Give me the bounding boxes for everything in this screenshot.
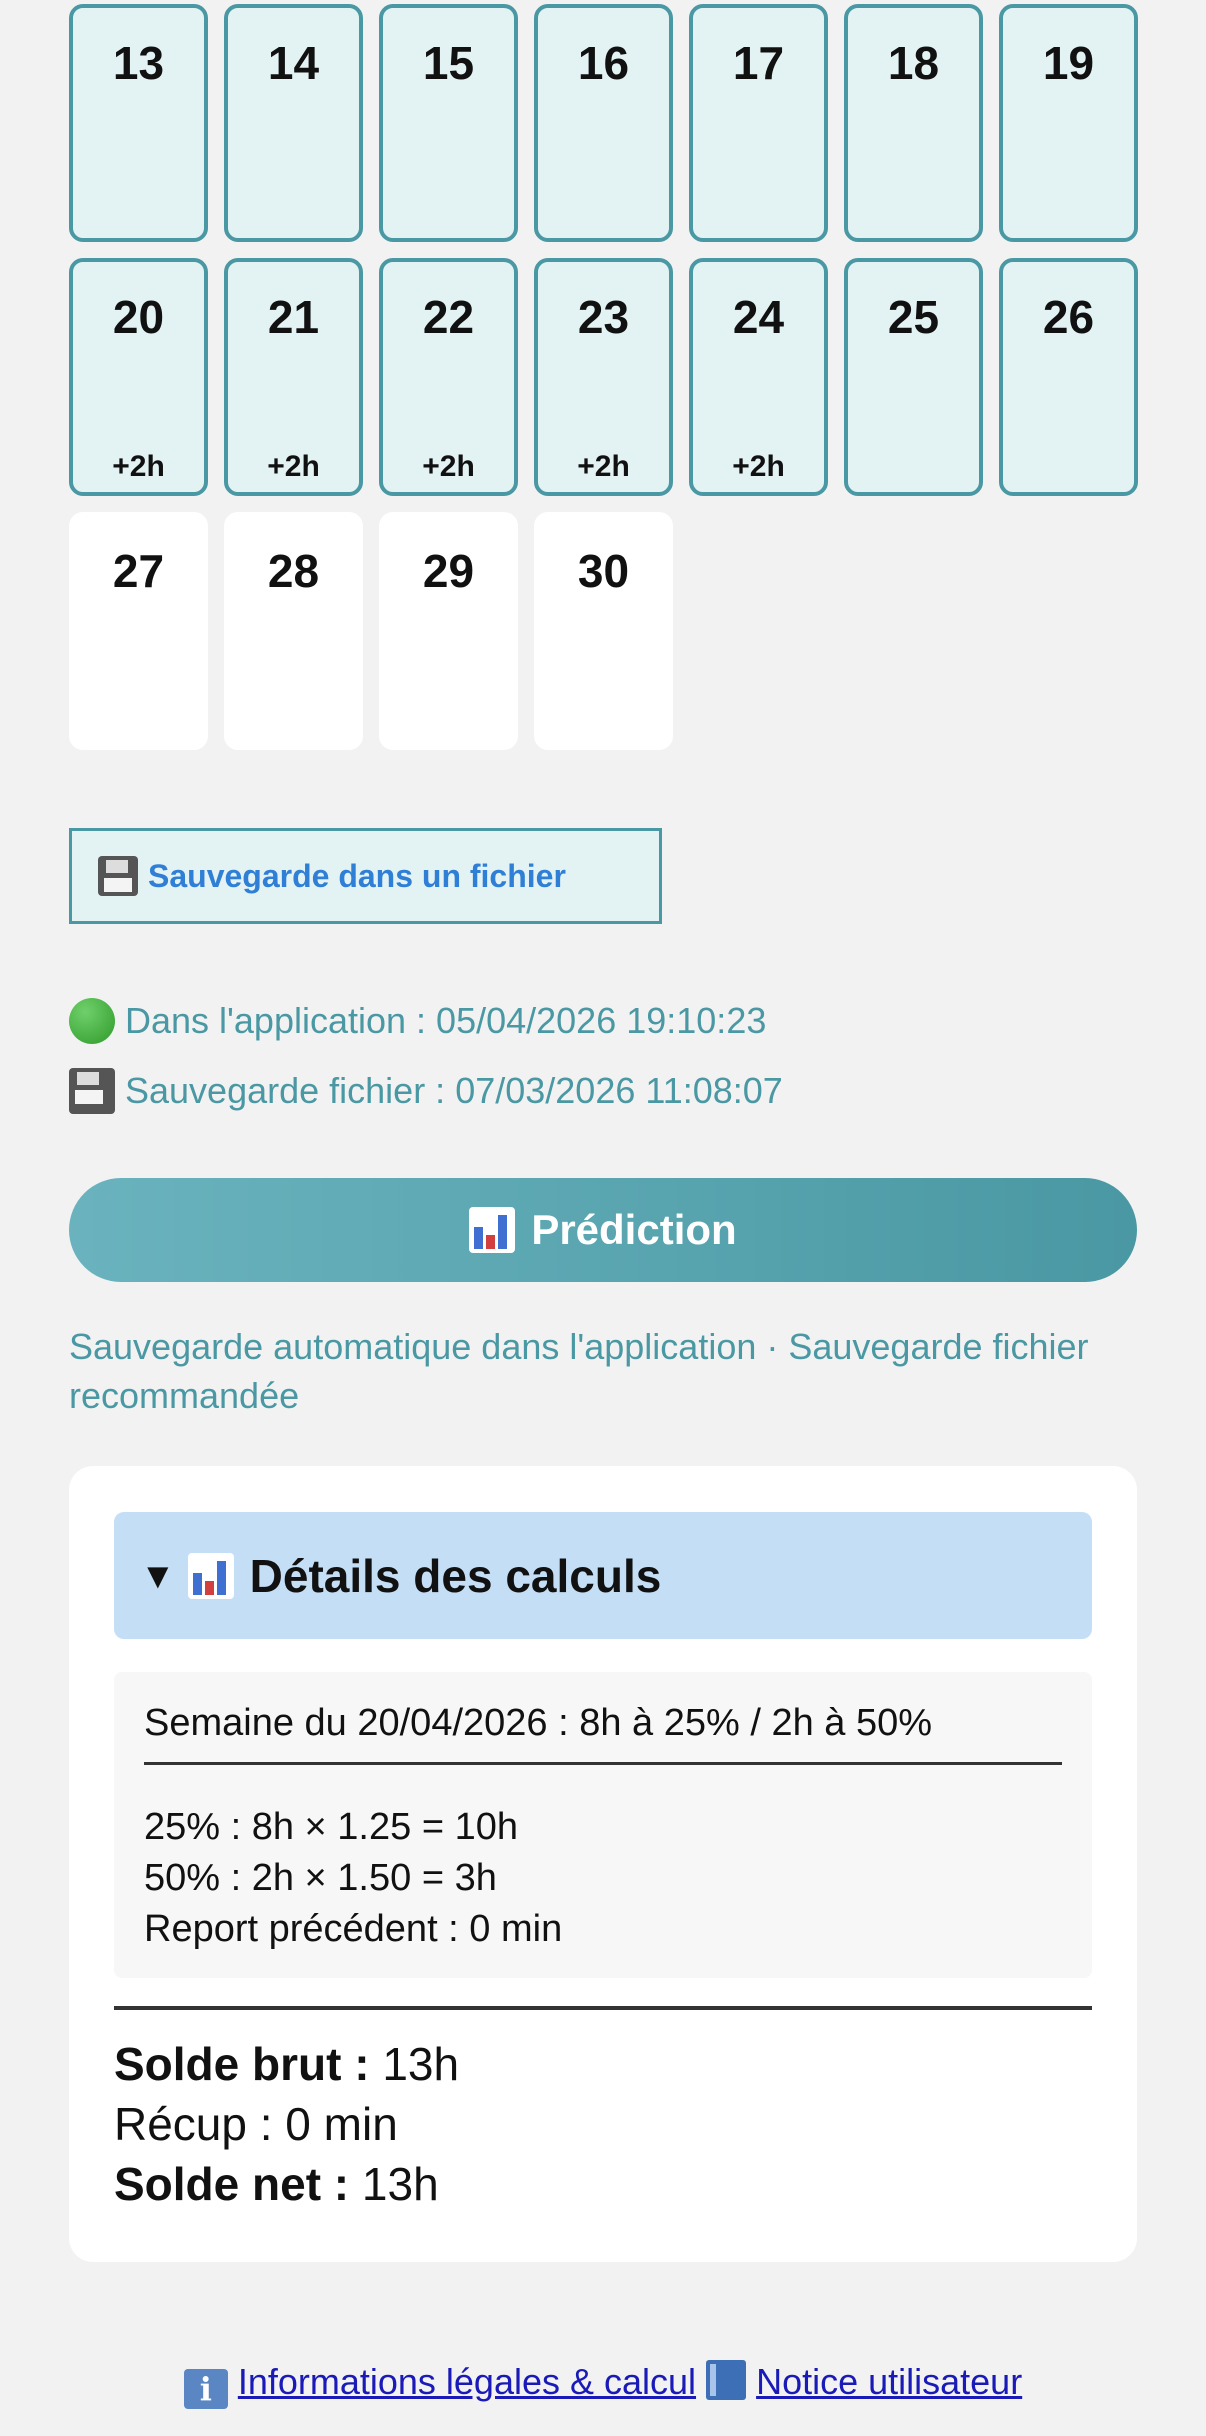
day-number: 16 [577, 37, 630, 89]
day-extra-hours: +2h [577, 450, 630, 483]
legal-info-link[interactable]: Informations légales & calcul [238, 2361, 696, 2402]
calendar-day[interactable]: 23 +2h [534, 258, 673, 496]
calc-lines: 25% : 8h × 1.25 = 10h 50% : 2h × 1.50 = … [144, 1802, 562, 1955]
week-summary: Semaine du 20/04/2026 : 8h à 25% / 2h à … [144, 1702, 933, 1744]
divider [114, 2006, 1092, 2010]
calendar-row: 13 14 15 16 17 18 19 [69, 4, 1138, 242]
calendar-day[interactable]: 27 [69, 512, 208, 750]
footer-links: i Informations légales & calcul Notice u… [0, 2360, 1206, 2409]
details-summary-toggle[interactable]: ▼ Détails des calculs [114, 1512, 1092, 1639]
triangle-down-icon: ▼ [140, 1554, 176, 1596]
day-number: 28 [267, 545, 320, 597]
save-to-file-button[interactable]: Sauvegarde dans un fichier [69, 828, 662, 924]
calendar-day[interactable]: 21 +2h [224, 258, 363, 496]
day-number: 21 [267, 291, 320, 343]
totals: Solde brut : 13h Récup : 0 min Solde net… [114, 2034, 459, 2214]
app-save-status: Dans l'application : 05/04/2026 19:10:23 [69, 998, 766, 1044]
day-number: 14 [267, 37, 320, 89]
day-number: 22 [422, 291, 475, 343]
day-number: 19 [1042, 37, 1095, 89]
calendar-day[interactable]: 20 +2h [69, 258, 208, 496]
calendar-day[interactable]: 18 [844, 4, 983, 242]
user-notice-link[interactable]: Notice utilisateur [756, 2361, 1022, 2402]
day-number: 15 [422, 37, 475, 89]
calculation-details-card: ▼ Détails des calculs Semaine du 20/04/2… [69, 1466, 1137, 2262]
calendar-day[interactable]: 17 [689, 4, 828, 242]
floppy-disk-icon [98, 856, 138, 896]
day-number: 20 [112, 291, 165, 343]
prediction-label: Prédiction [531, 1206, 737, 1253]
day-number: 24 [732, 291, 785, 343]
report-line: Report précédent : 0 min [144, 1908, 563, 1950]
green-circle-icon [69, 998, 115, 1044]
day-extra-hours: +2h [732, 450, 785, 483]
details-title: Détails des calculs [249, 1549, 662, 1602]
day-number: 18 [887, 37, 940, 89]
calendar-day[interactable]: 13 [69, 4, 208, 242]
calendar-day[interactable]: 19 [999, 4, 1138, 242]
calendar-day[interactable]: 29 [379, 512, 518, 750]
day-number: 29 [422, 545, 475, 597]
day-number: 17 [732, 37, 785, 89]
recovery: Récup : 0 min [114, 2098, 398, 2150]
day-extra-hours: +2h [267, 450, 320, 483]
calendar-day[interactable]: 25 [844, 258, 983, 496]
day-number: 13 [112, 37, 165, 89]
prediction-button[interactable]: Prédiction [69, 1178, 1137, 1282]
file-save-status: Sauvegarde fichier : 07/03/2026 11:08:07 [69, 1068, 783, 1114]
gross-balance: Solde brut : 13h [114, 2038, 460, 2090]
day-number: 26 [1042, 291, 1095, 343]
file-save-text: Sauvegarde fichier : 07/03/2026 11:08:07 [125, 1070, 783, 1111]
calendar-day[interactable]: 22 +2h [379, 258, 518, 496]
divider [144, 1762, 1062, 1765]
calendar-day[interactable]: 15 [379, 4, 518, 242]
day-number: 23 [577, 291, 630, 343]
auto-save-note: Sauvegarde automatique dans l'applicatio… [69, 1326, 1089, 1416]
page-content: 13 14 15 16 17 18 19 20 +2h 21 +2h 22 +2h 23 +2h 24 +2h 2… [69, 0, 1138, 2262]
calendar-day[interactable]: 26 [999, 258, 1138, 496]
calendar-day[interactable]: 16 [534, 4, 673, 242]
info-icon: i [183, 2369, 228, 2409]
day-number: 27 [112, 545, 165, 597]
bar-chart-icon [469, 1207, 516, 1253]
day-number: 30 [577, 545, 630, 597]
net-balance: Solde net : 13h [114, 2158, 439, 2210]
day-extra-hours: +2h [422, 450, 475, 483]
week-details: Semaine du 20/04/2026 : 8h à 25% / 2h à … [114, 1672, 1092, 1978]
calc-line-50: 50% : 2h × 1.50 = 3h [144, 1857, 497, 1899]
bar-chart-icon [187, 1552, 234, 1599]
calendar-day[interactable]: 24 +2h [689, 258, 828, 496]
calendar-row: 27 28 29 30 [69, 512, 1137, 750]
floppy-disk-icon [69, 1068, 115, 1114]
book-icon [706, 2360, 747, 2400]
calendar-day[interactable]: 28 [224, 512, 363, 750]
save-to-file-label: Sauvegarde dans un fichier [148, 857, 566, 894]
day-extra-hours: +2h [112, 450, 165, 483]
calc-line-25: 25% : 8h × 1.25 = 10h [144, 1806, 518, 1848]
app-save-text: Dans l'application : 05/04/2026 19:10:23 [125, 1000, 767, 1041]
day-number: 25 [887, 291, 940, 343]
calendar-grid: 13 14 15 16 17 18 19 20 +2h 21 +2h 22 +2h 23 +2h 24 +2h 2… [69, 4, 1138, 750]
calendar-row: 20 +2h 21 +2h 22 +2h 23 +2h 24 +2h 25 26 [69, 258, 1138, 496]
calendar-day[interactable]: 30 [534, 512, 673, 750]
calendar-day[interactable]: 14 [224, 4, 363, 242]
